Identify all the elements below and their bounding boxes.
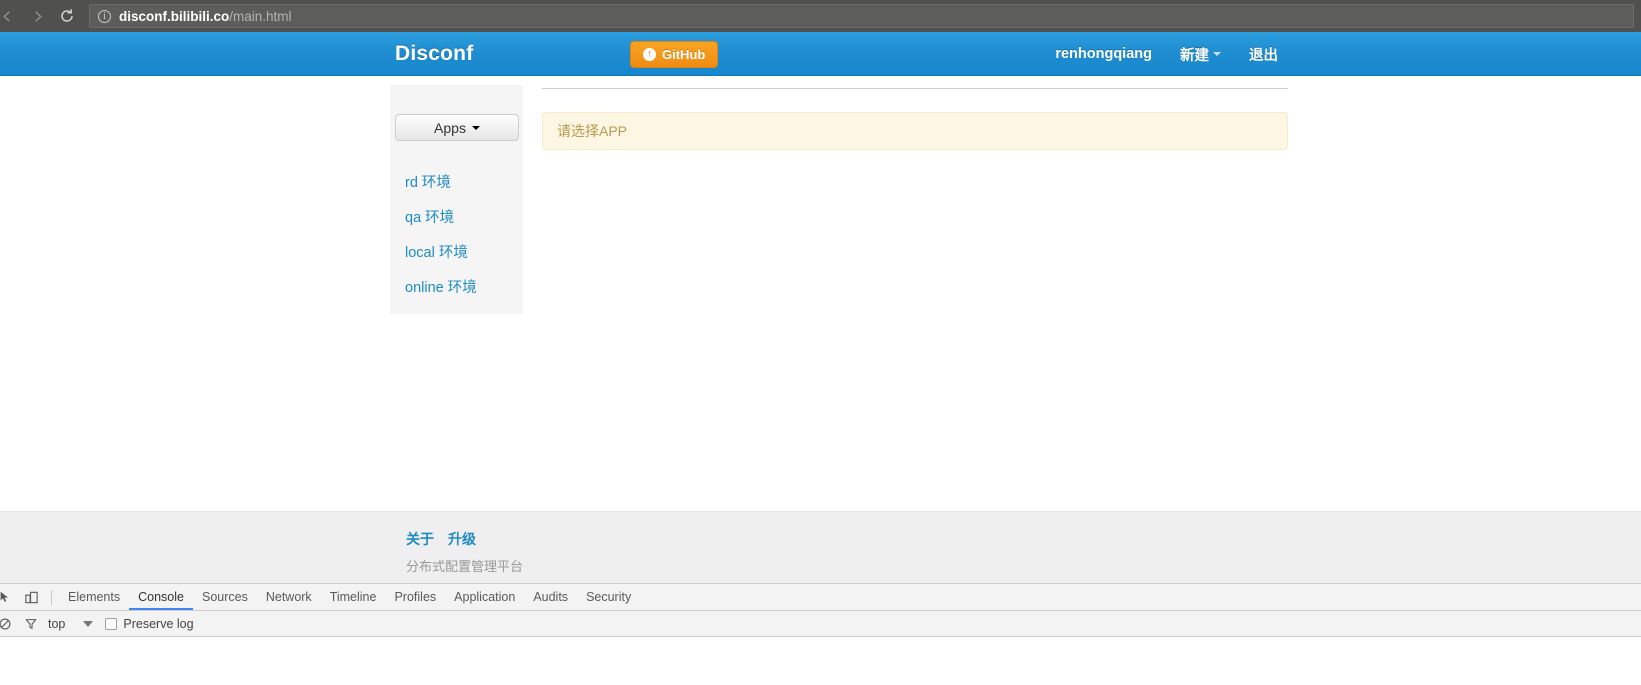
new-menu[interactable]: 新建 (1166, 44, 1235, 65)
forward-button[interactable] (22, 0, 52, 32)
reload-button[interactable] (52, 0, 82, 32)
sidebar-item-env-online[interactable]: online 环境 (390, 269, 523, 304)
site-info-icon[interactable]: i (98, 9, 111, 23)
filter-button[interactable] (18, 611, 44, 637)
tab-elements[interactable]: Elements (59, 584, 129, 610)
environment-list: rd 环境 qa 环境 local 环境 online 环境 (390, 164, 523, 304)
tab-sources[interactable]: Sources (193, 584, 257, 610)
tab-security[interactable]: Security (577, 584, 640, 610)
preserve-log-label[interactable]: Preserve log (123, 617, 193, 631)
footer-link-about[interactable]: 关于 (406, 529, 434, 549)
current-username[interactable]: renhongqiang (1041, 46, 1166, 62)
clear-console-button[interactable] (0, 611, 18, 637)
github-button-label: GitHub (662, 47, 706, 62)
url-host: disconf.bilibili.co (119, 8, 230, 24)
tab-audits[interactable]: Audits (524, 584, 577, 610)
forward-arrow-icon (34, 10, 42, 22)
footer-link-upgrade[interactable]: 升级 (448, 529, 476, 549)
logout-link[interactable]: 退出 (1235, 44, 1641, 65)
back-arrow-icon (2, 10, 10, 22)
device-toolbar-button[interactable] (18, 584, 44, 610)
footer-tagline: 分布式配置管理平台 (406, 559, 524, 574)
footer-links: 关于 升级 (406, 529, 476, 549)
logout-label: 退出 (1249, 47, 1278, 64)
devtools-panel: Elements Console Sources Network Timelin… (0, 583, 1641, 685)
sidebar-item-env-local[interactable]: local 环境 (390, 234, 523, 269)
preserve-log-checkbox[interactable] (105, 617, 118, 630)
console-output-area[interactable] (0, 637, 1641, 685)
page-footer: 关于 升级 分布式配置管理平台 (0, 511, 1641, 583)
navbar-right-group: renhongqiang 新建 退出 (1041, 32, 1641, 76)
apps-sidebar: Apps rd 环境 qa 环境 local 环境 online 环境 (390, 85, 523, 314)
github-arrow-icon: ↑ (643, 48, 656, 61)
inspect-element-icon (0, 591, 8, 602)
chevron-down-icon (1213, 52, 1221, 56)
tab-application[interactable]: Application (445, 584, 524, 610)
chevron-down-icon (471, 125, 480, 130)
brand-logo[interactable]: Disconf (395, 42, 473, 66)
browser-chrome: i disconf.bilibili.co /main.html (0, 0, 1641, 32)
reload-icon (61, 9, 73, 22)
app-navbar: Disconf ↑ GitHub renhongqiang 新建 退出 (0, 32, 1641, 76)
new-menu-label: 新建 (1180, 47, 1209, 64)
tab-console[interactable]: Console (129, 584, 193, 610)
apps-dropdown-button[interactable]: Apps (395, 114, 519, 141)
back-button[interactable] (0, 0, 22, 32)
github-button[interactable]: ↑ GitHub (630, 41, 719, 68)
page-body: Apps rd 环境 qa 环境 local 环境 online 环境 请选择A… (0, 76, 1641, 535)
apps-dropdown-label: Apps (434, 119, 466, 136)
url-path: /main.html (229, 8, 292, 24)
device-toolbar-icon (24, 591, 38, 603)
tab-profiles[interactable]: Profiles (385, 584, 445, 610)
warning-alert-text: 请选择APP (557, 123, 628, 139)
address-bar[interactable]: i disconf.bilibili.co /main.html (89, 4, 1634, 28)
chevron-down-icon[interactable] (83, 620, 94, 627)
content-divider (542, 88, 1288, 89)
tab-timeline[interactable]: Timeline (321, 584, 386, 610)
sidebar-item-env-rd[interactable]: rd 环境 (390, 164, 523, 199)
warning-alert: 请选择APP (542, 112, 1288, 150)
tab-network[interactable]: Network (257, 584, 321, 610)
inspect-element-button[interactable] (0, 584, 18, 610)
toolbar-separator (51, 589, 52, 605)
console-context-selector[interactable]: top (48, 617, 65, 631)
funnel-filter-icon (25, 618, 37, 629)
clear-console-icon (0, 618, 11, 629)
console-filter-bar: top Preserve log (0, 611, 1641, 637)
sidebar-item-env-qa[interactable]: qa 环境 (390, 199, 523, 234)
devtools-toolbar: Elements Console Sources Network Timelin… (0, 584, 1641, 611)
